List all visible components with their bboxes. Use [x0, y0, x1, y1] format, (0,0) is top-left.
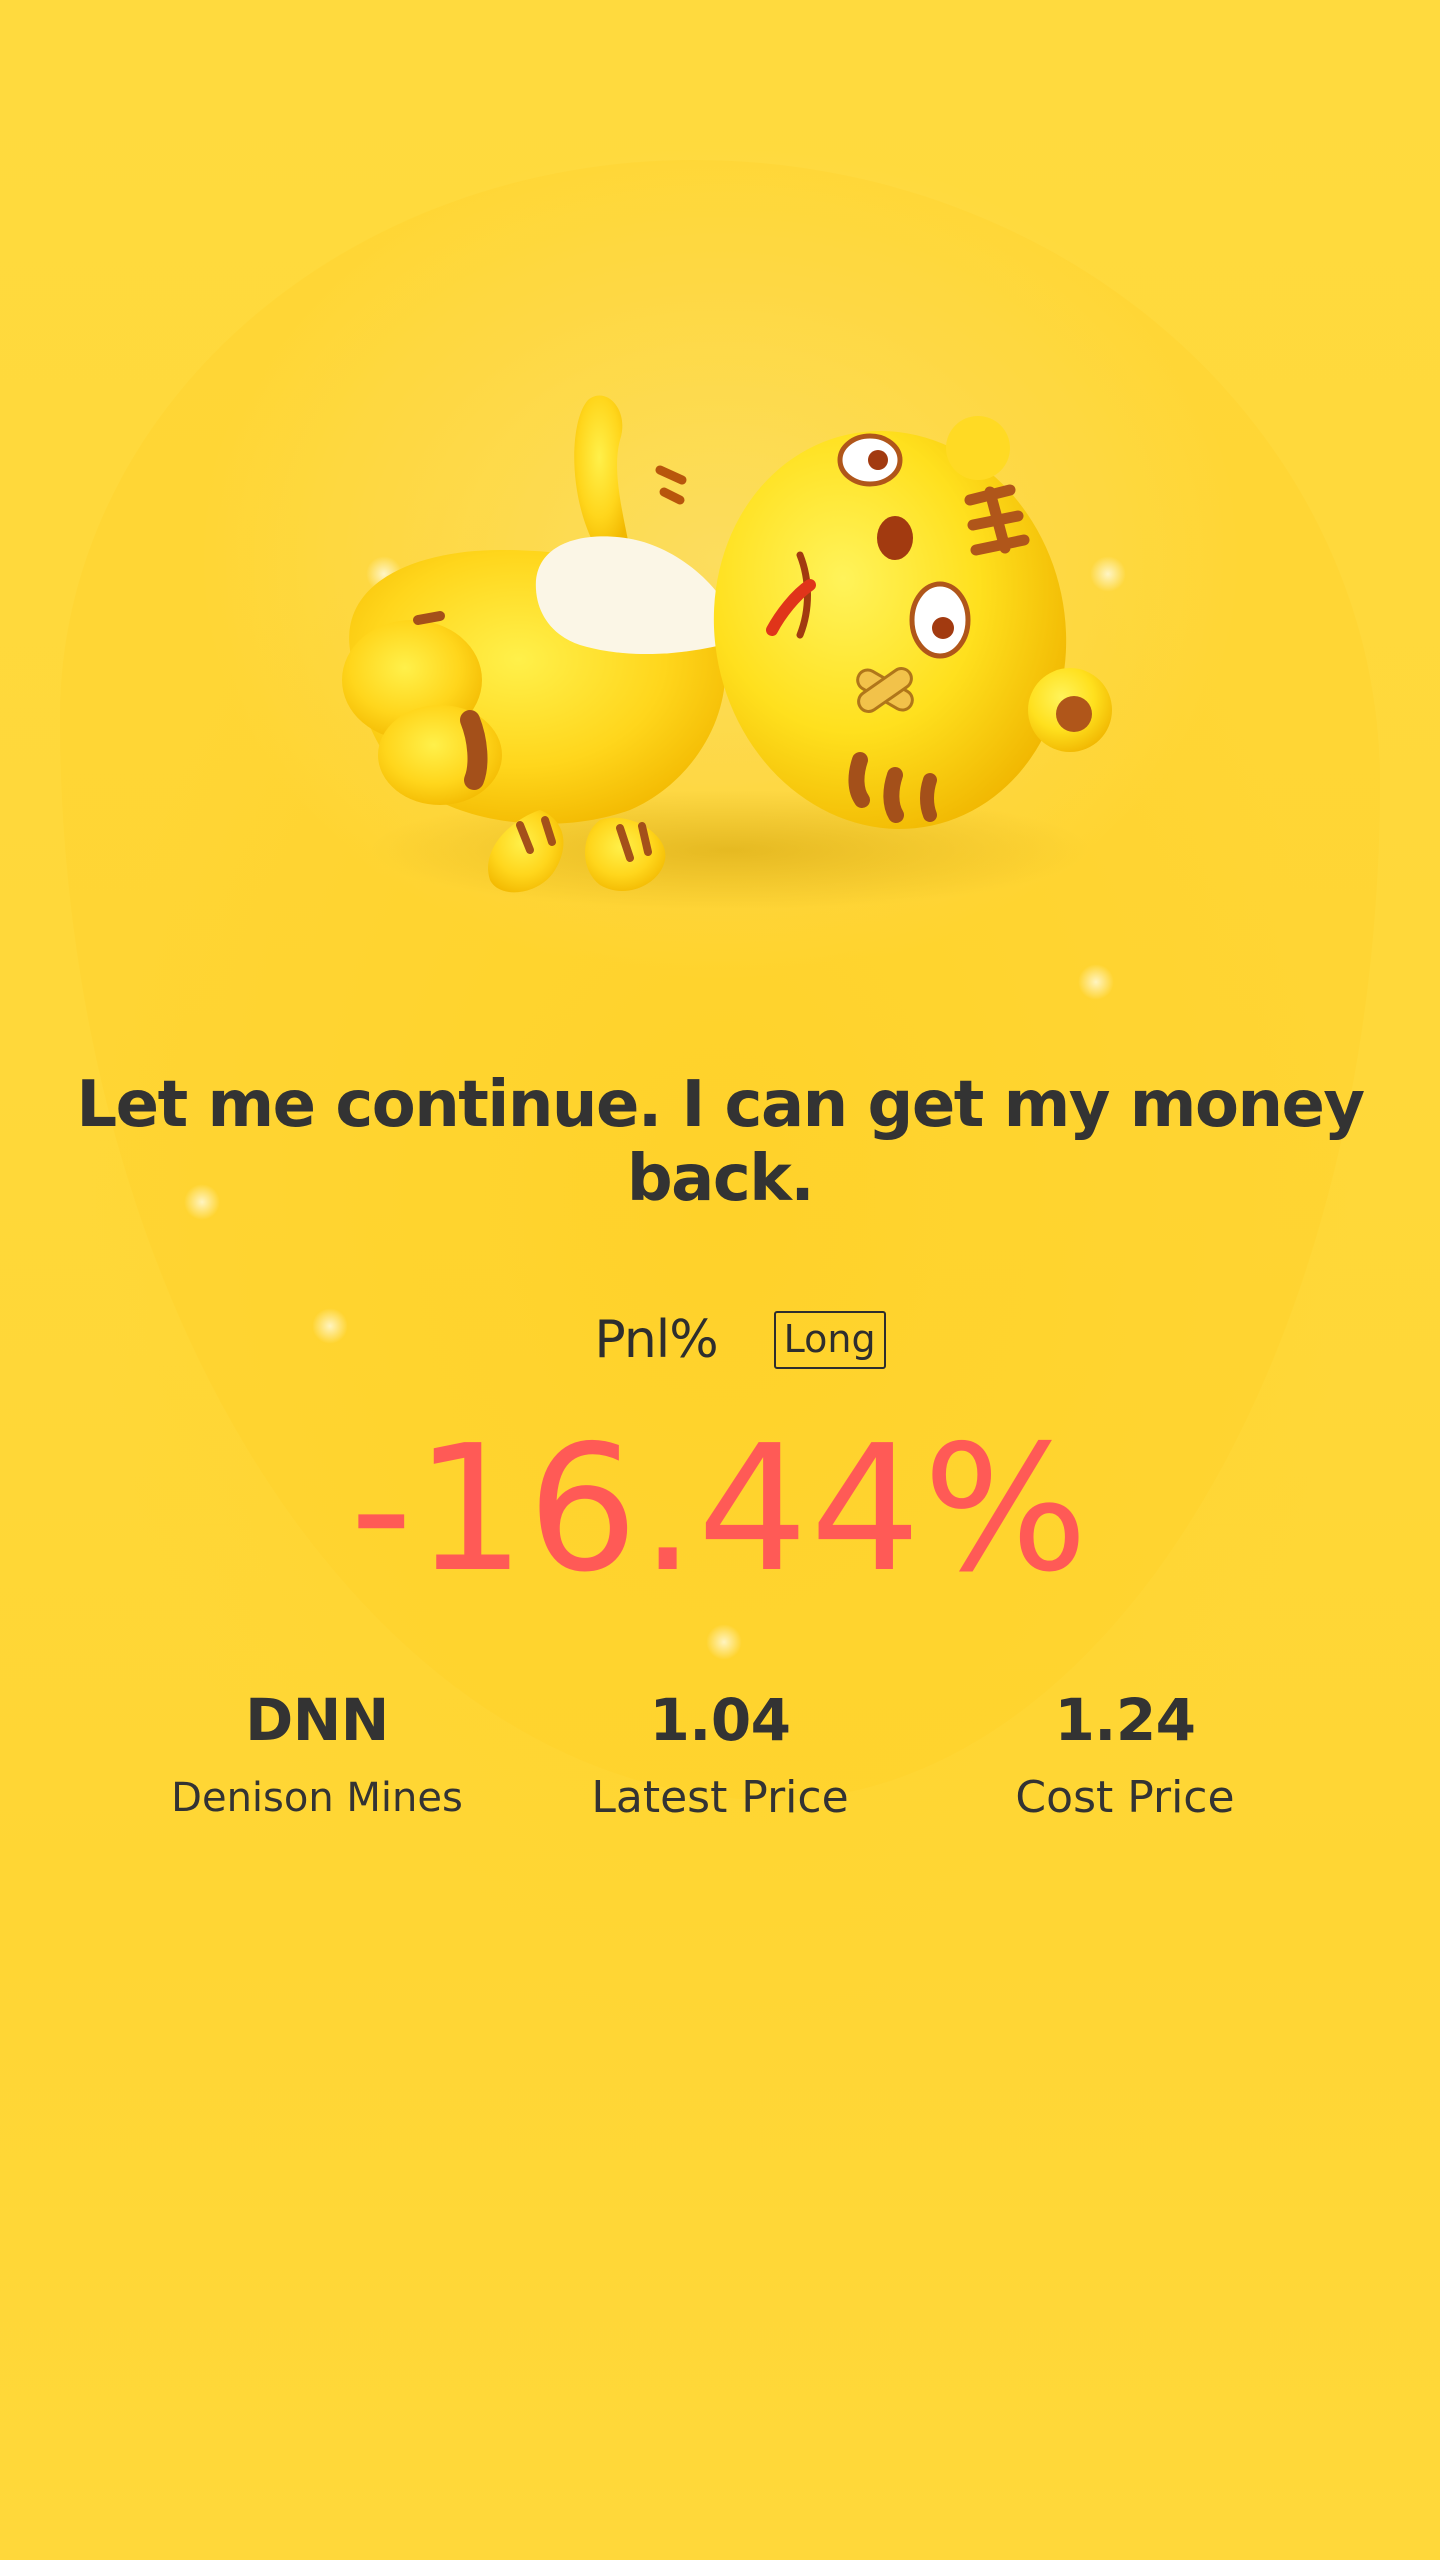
- stock-name: Denison Mines: [171, 1775, 463, 1821]
- stats-row: DNN Denison Mines 1.04 Latest Price 1.24…: [0, 1680, 1440, 1880]
- pnl-header: Pnl% Long: [0, 1310, 1440, 1370]
- pnl-value: -16.44%: [349, 1408, 1091, 1611]
- sparkle-decoration: [1078, 964, 1114, 1000]
- position-badge: Long: [773, 1311, 886, 1369]
- headline: Let me continue. I can get my money back…: [76, 1068, 1365, 1216]
- tiger-mascot-icon: [330, 380, 1130, 920]
- cost-price-label: Cost Price: [1015, 1772, 1235, 1823]
- stock-symbol: DNN: [245, 1686, 389, 1754]
- stat-symbol: DNN Denison Mines: [127, 1680, 507, 1828]
- pnl-label: Pnl%: [594, 1310, 718, 1370]
- stat-latest-price: 1.04 Latest Price: [530, 1680, 910, 1828]
- latest-price-value: 1.04: [649, 1686, 791, 1754]
- cost-price-value: 1.24: [1054, 1686, 1196, 1754]
- sparkle-decoration: [706, 1624, 742, 1660]
- stat-cost-price: 1.24 Cost Price: [935, 1680, 1315, 1828]
- latest-price-label: Latest Price: [591, 1772, 849, 1823]
